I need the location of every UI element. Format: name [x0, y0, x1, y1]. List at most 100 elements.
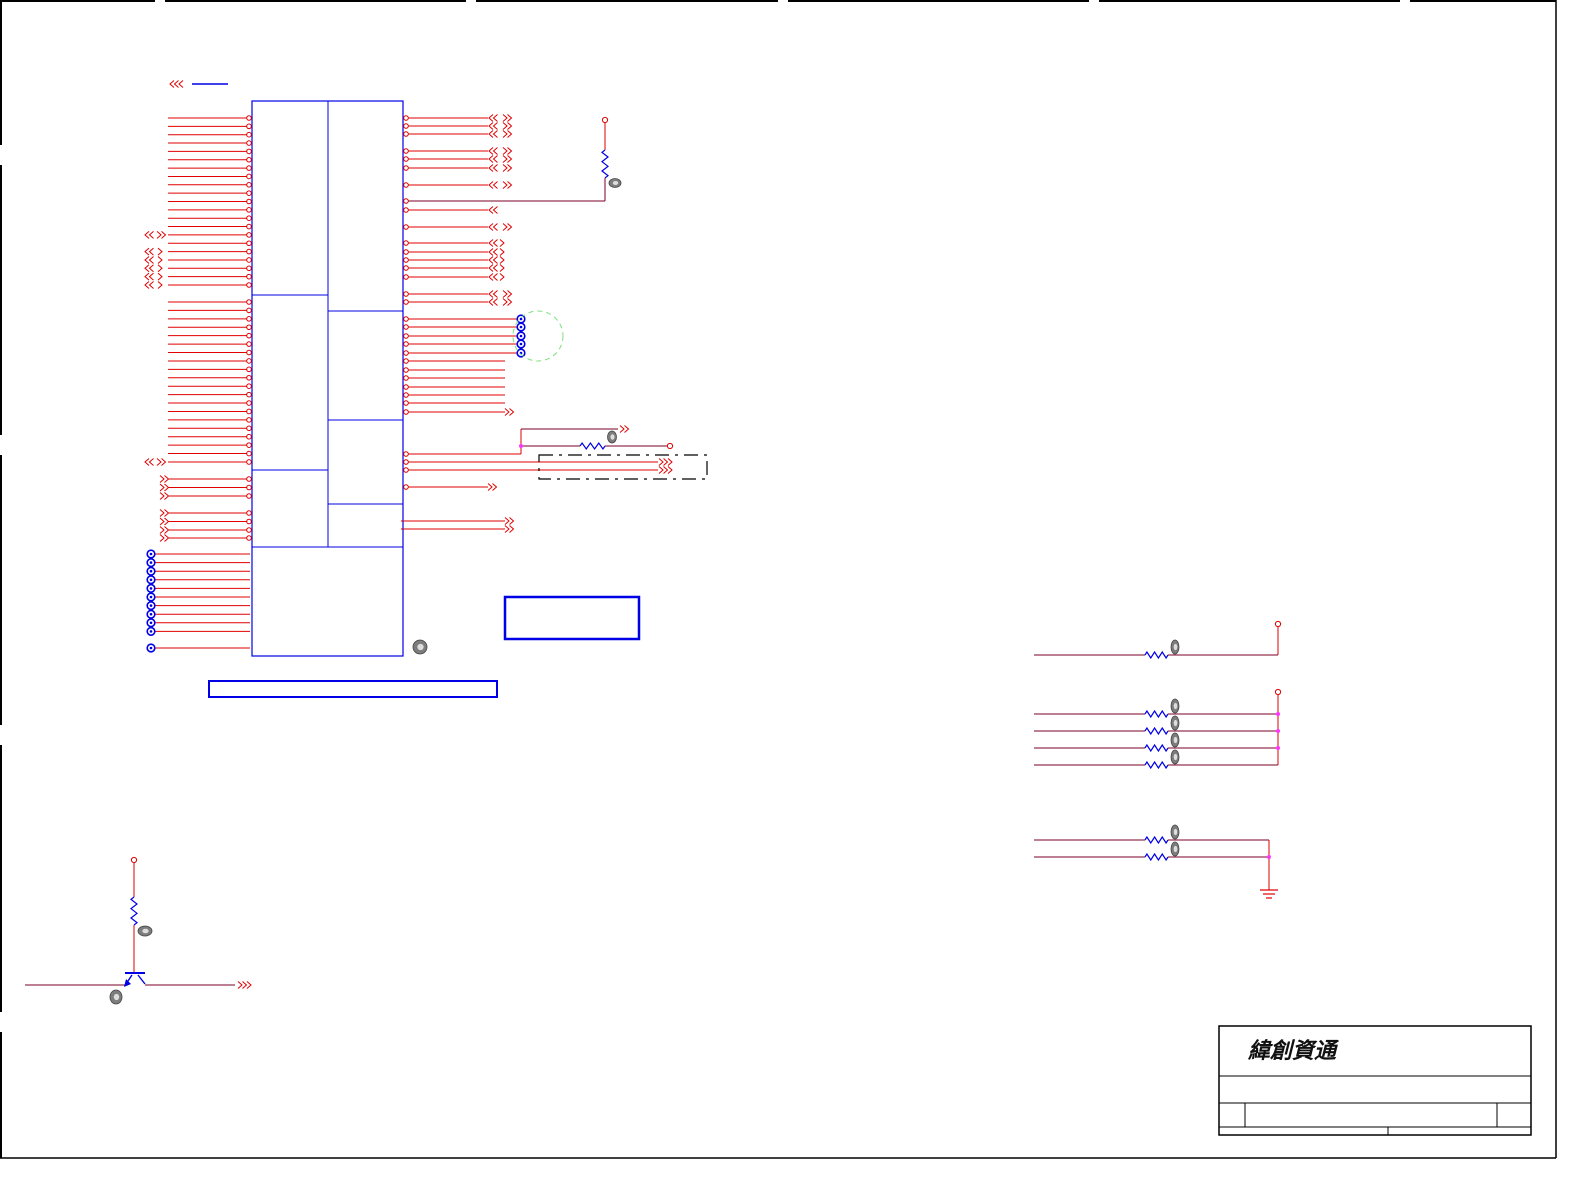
- pin-terminal: [403, 265, 409, 271]
- pin-terminal: [246, 215, 252, 221]
- pin-terminal: [403, 409, 409, 415]
- pin-terminal: [246, 240, 252, 247]
- pin-terminal: [246, 282, 252, 288]
- test-point-center: [149, 612, 153, 616]
- pin-terminal: [246, 349, 252, 356]
- pin-terminal: [246, 535, 252, 541]
- pin-terminal: [403, 131, 409, 137]
- pin-terminal: [246, 450, 252, 457]
- test-point-center: [149, 561, 153, 564]
- pin-terminal: [246, 425, 252, 432]
- pin-terminal: [246, 510, 252, 516]
- pin-terminal: [246, 358, 252, 364]
- test-point-center: [149, 630, 153, 633]
- marker-icon-center: [1173, 736, 1178, 744]
- pin-terminal: [246, 190, 252, 196]
- pin-terminal: [403, 224, 409, 230]
- pin-terminal: [246, 484, 252, 491]
- power-terminal: [666, 442, 674, 450]
- pin-terminal: [246, 207, 252, 213]
- test-point-center: [149, 552, 153, 556]
- pin-terminal: [246, 527, 252, 533]
- marker-icon-center: [1173, 753, 1178, 761]
- junction-dot: [1267, 855, 1271, 859]
- pin-terminal: [246, 115, 252, 121]
- pin-terminal: [403, 324, 409, 330]
- pin-terminal: [403, 316, 409, 322]
- marker-icon-center: [612, 180, 619, 186]
- schematic-diagram: 緯創資通: [0, 0, 1584, 1190]
- marker-icon-center: [1173, 845, 1178, 853]
- pin-terminal: [403, 451, 409, 457]
- test-point-center: [519, 325, 523, 329]
- pin-terminal: [403, 350, 409, 356]
- marker-icon-center: [1173, 702, 1178, 710]
- pin-terminal: [403, 291, 409, 297]
- power-terminal: [130, 856, 138, 864]
- power-terminal: [1274, 688, 1282, 696]
- pin-terminal: [403, 257, 409, 263]
- pin-terminal: [246, 459, 252, 465]
- pin-terminal: [246, 156, 252, 163]
- marker-icon-center: [1173, 719, 1178, 727]
- pin-terminal: [403, 123, 409, 129]
- pin-terminal: [246, 165, 252, 171]
- pin-terminal: [246, 232, 252, 238]
- pin-terminal: [403, 240, 409, 246]
- pin-terminal: [403, 333, 409, 339]
- pin-terminal: [403, 392, 409, 398]
- junction-dot: [1276, 746, 1280, 750]
- pin-terminal: [246, 182, 252, 188]
- junction-dot: [1276, 712, 1280, 716]
- pin-terminal: [246, 223, 252, 230]
- pin-terminal: [246, 341, 252, 347]
- pin-terminal: [246, 307, 252, 314]
- pin-terminal: [246, 265, 252, 272]
- test-point-center: [149, 569, 153, 573]
- test-point-center: [519, 342, 523, 346]
- pin-terminal: [403, 358, 409, 364]
- power-terminal: [1274, 620, 1282, 628]
- test-point-center: [149, 578, 153, 582]
- test-point-center: [149, 604, 153, 607]
- pin-terminal: [403, 459, 409, 465]
- marker-icon-center: [1173, 643, 1178, 651]
- pin-terminal: [246, 417, 252, 423]
- pin-terminal: [403, 400, 409, 406]
- pin-terminal: [403, 274, 409, 280]
- pin-terminal: [246, 324, 252, 331]
- junction-dot: [1276, 729, 1280, 733]
- pin-terminal: [246, 332, 252, 339]
- pin-terminal: [246, 257, 252, 263]
- pin-terminal: [246, 173, 252, 180]
- pin-terminal: [403, 165, 409, 171]
- pin-terminal: [403, 299, 409, 305]
- pin-terminal: [246, 476, 252, 482]
- pin-terminal: [403, 156, 409, 162]
- pin-terminal: [403, 148, 409, 154]
- pin-terminal: [246, 408, 252, 415]
- pin-terminal: [246, 391, 252, 398]
- marker-icon-center: [1173, 828, 1178, 836]
- pin-terminal: [403, 249, 409, 255]
- pin-terminal: [246, 273, 252, 280]
- pin-terminal: [246, 374, 252, 381]
- pin-terminal: [246, 366, 252, 373]
- pin-terminal: [246, 248, 252, 255]
- test-point-center: [149, 587, 153, 590]
- pin-terminal: [246, 198, 252, 205]
- power-terminal: [601, 116, 609, 124]
- pin-terminal: [403, 182, 409, 188]
- test-point-center: [519, 334, 523, 338]
- marker-icon-center: [142, 928, 149, 934]
- test-point-center: [149, 646, 153, 650]
- pin-terminal: [403, 367, 409, 373]
- sheet-background: [0, 0, 1584, 1190]
- pin-terminal: [403, 207, 409, 213]
- pin-terminal: [403, 341, 409, 347]
- pin-terminal: [403, 467, 409, 473]
- test-point-center: [149, 621, 153, 625]
- pin-terminal: [246, 383, 252, 390]
- pin-terminal: [246, 148, 252, 155]
- pin-terminal: [246, 400, 252, 406]
